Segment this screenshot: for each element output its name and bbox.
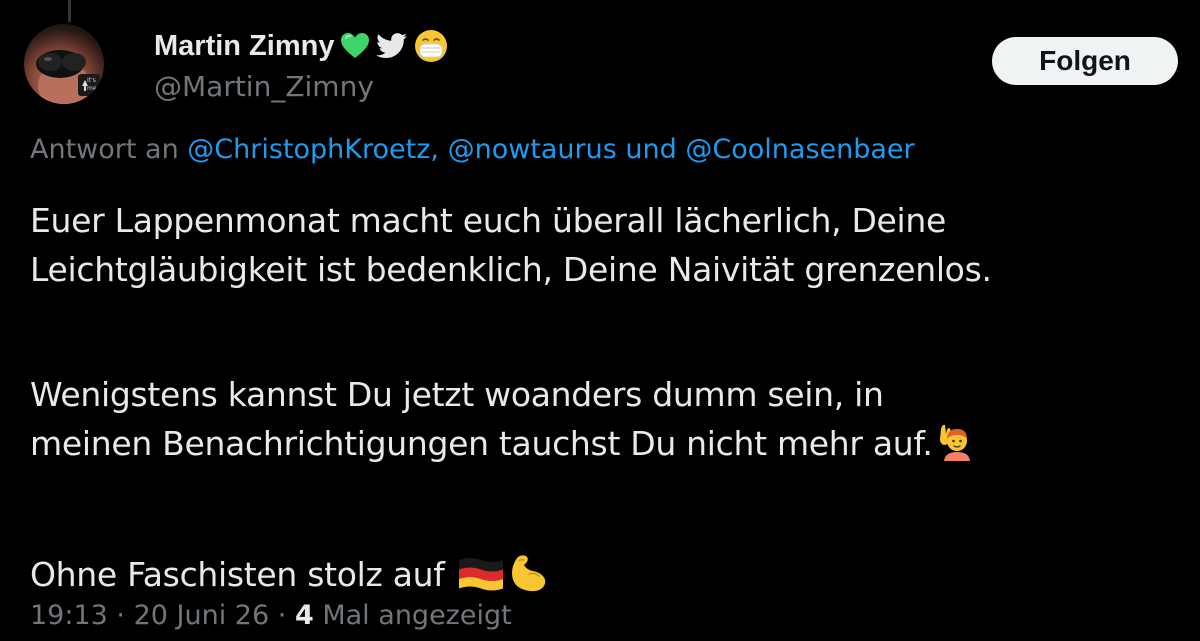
meta-separator: · <box>277 600 287 631</box>
mention-nowtaurus[interactable]: @nowtaurus <box>448 134 617 165</box>
german-flag-icon <box>457 556 505 605</box>
tweet-line-text: meinen Benachrichtigungen tauchst Du nic… <box>30 424 933 463</box>
tweet-line-text: Ohne Faschisten stolz auf <box>30 555 445 594</box>
tweet-line: Wenigstens kannst Du jetzt woanders dumm… <box>30 375 884 414</box>
thread-connector-line <box>68 0 71 22</box>
flexed-biceps-icon <box>507 552 549 605</box>
views-label: Mal angezeigt <box>322 600 512 631</box>
reply-joiner: und <box>625 134 677 165</box>
avatar-image: It's me <box>36 50 100 104</box>
green-heart-icon <box>340 32 370 60</box>
mention-christophkroetz[interactable]: @ChristophKroetz, <box>187 134 439 165</box>
mention-coolnasenbaer[interactable]: @Coolnasenbaer <box>685 134 914 165</box>
person-raising-hand-icon <box>935 421 975 474</box>
author-name-row: Martin Zimny <box>154 26 448 66</box>
tweet-line: Leichtgläubigkeit ist bedenklich, Deine … <box>30 250 992 289</box>
views-count: 4 <box>294 600 314 631</box>
tweet-meta: 19:13 · 20 Juni 26 · 4 Mal angezeigt <box>30 600 512 631</box>
author-handle[interactable]: @Martin_Zimny <box>154 70 374 103</box>
author-display-name[interactable]: Martin Zimny <box>154 30 334 63</box>
reply-prefix: Antwort an <box>30 134 179 165</box>
svg-text:me: me <box>87 85 97 92</box>
svg-text:It's: It's <box>87 77 96 84</box>
follow-button[interactable]: Folgen <box>992 37 1178 85</box>
face-mask-icon <box>414 29 448 63</box>
tweet-time[interactable]: 19:13 <box>30 600 108 631</box>
reply-context: Antwort an @ChristophKroetz, @nowtaurus … <box>30 134 915 165</box>
tweet-line-with-emoji: meinen Benachrichtigungen tauchst Du nic… <box>30 419 1198 474</box>
tweet-body: Euer Lappenmonat macht euch überall läch… <box>30 196 1198 605</box>
tweet-line: Euer Lappenmonat macht euch überall läch… <box>30 201 947 240</box>
avatar[interactable]: It's me <box>24 24 104 104</box>
tweet-date[interactable]: 20 Juni 26 <box>134 600 270 631</box>
bird-icon <box>376 32 408 60</box>
meta-separator: · <box>116 600 125 631</box>
tweet-line-with-emoji: Ohne Faschisten stolz auf <box>30 550 1198 605</box>
